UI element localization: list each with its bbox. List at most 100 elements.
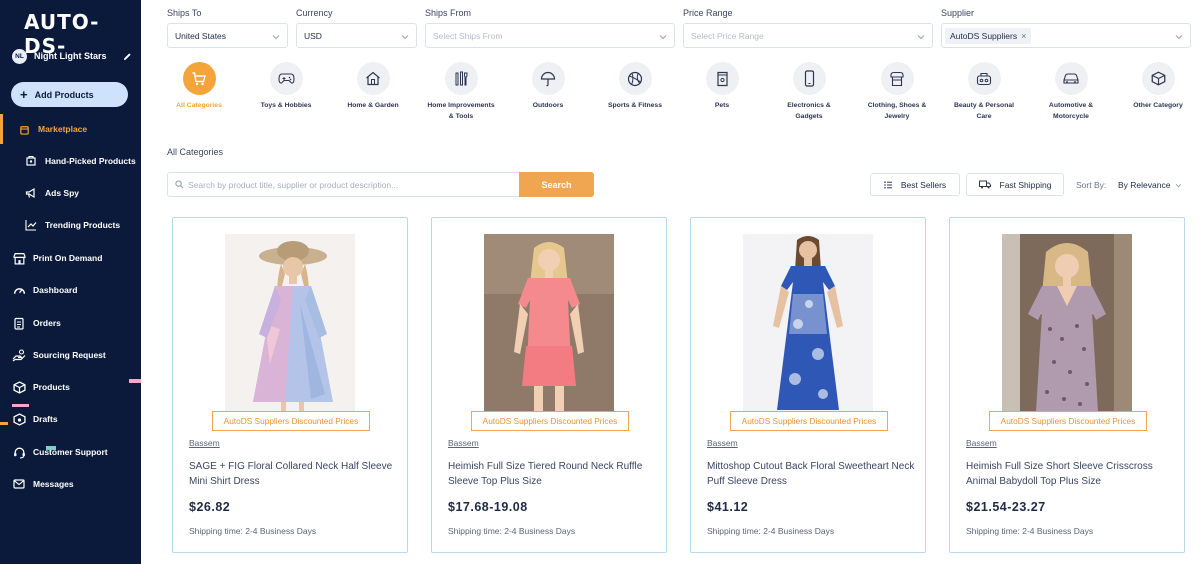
supplier-chip[interactable]: AutoDS Suppliers × bbox=[945, 27, 1032, 44]
sidebar-item-dashboard[interactable]: Dashboard bbox=[0, 279, 141, 301]
sidebar-item-label: Customer Support bbox=[33, 447, 108, 457]
price-range-placeholder: Select Price Range bbox=[691, 30, 764, 41]
product-image[interactable] bbox=[743, 234, 873, 414]
search-box[interactable] bbox=[167, 172, 519, 197]
currency-value: USD bbox=[304, 30, 322, 41]
sidebar-item-ads-spy[interactable]: Ads Spy bbox=[0, 182, 141, 204]
user-name: Night Light Stars bbox=[34, 51, 107, 61]
category-electronics-gadgets[interactable]: Electronics & Gadgets bbox=[774, 62, 844, 122]
ships-from-select[interactable]: Select Ships From bbox=[425, 23, 675, 48]
supplier-link[interactable]: Bassem bbox=[707, 438, 738, 448]
category-home-improvements-tools[interactable]: Home Improvements & Tools bbox=[426, 62, 496, 122]
phone-icon bbox=[792, 62, 826, 95]
supplier-select[interactable]: AutoDS Suppliers × bbox=[941, 23, 1191, 48]
category-clothing-shoes-jewelry[interactable]: Clothing, Shoes & Jewelry bbox=[862, 62, 932, 122]
draft-icon bbox=[12, 412, 26, 426]
sidebar-item-messages[interactable]: Messages bbox=[0, 473, 141, 495]
chevron-down-icon bbox=[401, 32, 409, 42]
chevron-down-icon bbox=[272, 32, 280, 42]
shipping-time: Shipping time: 2-4 Business Days bbox=[707, 526, 835, 536]
category-sports-fitness[interactable]: Sports & Fitness bbox=[600, 62, 670, 112]
sidebar-item-label: Marketplace bbox=[38, 124, 88, 134]
sort-select[interactable]: By Relevance bbox=[1118, 180, 1182, 190]
category-all-categories[interactable]: All Categories bbox=[164, 62, 234, 112]
ships-to-value: United States bbox=[175, 30, 227, 41]
category-label: Automotive & Motorcycle bbox=[1048, 102, 1094, 120]
product-card[interactable]: AutoDS Suppliers Discounted Prices Basse… bbox=[431, 217, 667, 553]
sidebar-item-sourcing-request[interactable]: Sourcing Request bbox=[0, 344, 141, 366]
category-toys-hobbies[interactable]: Toys & Hobbies bbox=[251, 62, 321, 112]
product-card[interactable]: AutoDS Suppliers Discounted Prices Basse… bbox=[172, 217, 408, 553]
product-title[interactable]: Heimish Full Size Tiered Round Neck Ruff… bbox=[448, 460, 656, 489]
price-range-select[interactable]: Select Price Range bbox=[683, 23, 933, 48]
sidebar-item-customer-support[interactable]: Customer Support bbox=[0, 441, 141, 463]
supplier-link[interactable]: Bassem bbox=[189, 438, 220, 448]
user-profile[interactable]: NL Night Light Stars bbox=[12, 48, 132, 64]
pet-food-icon bbox=[705, 62, 739, 95]
avatar: NL bbox=[12, 48, 27, 64]
sidebar-item-label: Ads Spy bbox=[45, 188, 80, 198]
discount-badge: AutoDS Suppliers Discounted Prices bbox=[471, 411, 629, 431]
shipping-time: Shipping time: 2-4 Business Days bbox=[448, 526, 576, 536]
chevron-down-icon bbox=[917, 32, 925, 42]
add-products-button[interactable]: + Add Products bbox=[11, 82, 128, 107]
category-label: Sports & Fitness bbox=[607, 102, 662, 109]
sidebar-item-trending-products[interactable]: Trending Products bbox=[0, 214, 141, 236]
category-beauty-personal-care[interactable]: Beauty & Personal Care bbox=[949, 62, 1019, 122]
sidebar-item-print-on-demand[interactable]: Print On Demand bbox=[0, 247, 141, 269]
product-title[interactable]: SAGE + FIG Floral Collared Neck Half Sle… bbox=[189, 460, 397, 489]
fast-shipping-button[interactable]: Fast Shipping bbox=[966, 173, 1064, 196]
currency-select[interactable]: USD bbox=[296, 23, 417, 48]
shipping-time: Shipping time: 2-4 Business Days bbox=[189, 526, 317, 536]
sidebar-item-orders[interactable]: Orders bbox=[0, 312, 141, 334]
discount-badge: AutoDS Suppliers Discounted Prices bbox=[212, 411, 370, 431]
product-card[interactable]: AutoDS Suppliers Discounted Prices Basse… bbox=[949, 217, 1185, 553]
shipping-time: Shipping time: 2-4 Business Days bbox=[966, 526, 1094, 536]
chevron-down-icon bbox=[659, 32, 667, 42]
sidebar-item-drafts[interactable]: Drafts bbox=[0, 408, 141, 430]
package-icon bbox=[1141, 62, 1175, 95]
best-sellers-button[interactable]: Best Sellers bbox=[870, 173, 960, 196]
pencil-icon[interactable] bbox=[122, 51, 132, 61]
category-other-category[interactable]: Other Category bbox=[1123, 62, 1193, 112]
ball-icon bbox=[618, 62, 652, 95]
cart-icon bbox=[182, 62, 216, 95]
sidebar-item-label: Orders bbox=[33, 318, 61, 328]
ships-to-select[interactable]: United States bbox=[167, 23, 288, 48]
house-icon bbox=[356, 62, 390, 95]
search-icon bbox=[175, 176, 184, 194]
beauty-icon bbox=[967, 62, 1001, 95]
category-home-garden[interactable]: Home & Garden bbox=[338, 62, 408, 112]
product-box-icon bbox=[24, 154, 38, 168]
close-icon[interactable]: × bbox=[1021, 31, 1026, 41]
product-title[interactable]: Mittoshop Cutout Back Floral Sweetheart … bbox=[707, 460, 915, 489]
sort-value: By Relevance bbox=[1118, 180, 1171, 190]
product-image[interactable] bbox=[484, 234, 614, 414]
sidebar-item-label: Messages bbox=[33, 479, 74, 489]
category-outdoors[interactable]: Outdoors bbox=[513, 62, 583, 112]
print-shop-icon bbox=[12, 251, 26, 265]
sidebar-item-label: Drafts bbox=[33, 414, 58, 424]
search-input[interactable] bbox=[188, 179, 508, 190]
category-automotive-motorcycle[interactable]: Automotive & Motorcycle bbox=[1036, 62, 1106, 122]
price-range-label: Price Range bbox=[683, 8, 733, 18]
supplier-label: Supplier bbox=[941, 8, 975, 18]
ships-to-label: Ships To bbox=[167, 8, 202, 18]
supplier-link[interactable]: Bassem bbox=[448, 438, 479, 448]
product-image[interactable] bbox=[225, 234, 355, 414]
search-button[interactable]: Search bbox=[519, 172, 594, 197]
sidebar-item-hand-picked-products[interactable]: Hand-Picked Products bbox=[0, 150, 141, 172]
category-pets[interactable]: Pets bbox=[687, 62, 757, 112]
product-image[interactable] bbox=[1002, 234, 1132, 414]
plus-icon: + bbox=[20, 87, 28, 102]
category-label: Pets bbox=[714, 102, 730, 109]
sidebar-item-marketplace[interactable]: Marketplace bbox=[0, 118, 141, 140]
supplier-link[interactable]: Bassem bbox=[966, 438, 997, 448]
sidebar-item-products[interactable]: Products bbox=[0, 376, 141, 398]
ships-from-placeholder: Select Ships From bbox=[433, 30, 503, 41]
category-label: Home Improvements & Tools bbox=[427, 102, 495, 120]
product-price: $17.68-19.08 bbox=[448, 500, 528, 514]
category-label: Toys & Hobbies bbox=[260, 102, 312, 109]
product-title[interactable]: Heimish Full Size Short Sleeve Crisscros… bbox=[966, 460, 1174, 489]
product-card[interactable]: AutoDS Suppliers Discounted Prices Basse… bbox=[690, 217, 926, 553]
